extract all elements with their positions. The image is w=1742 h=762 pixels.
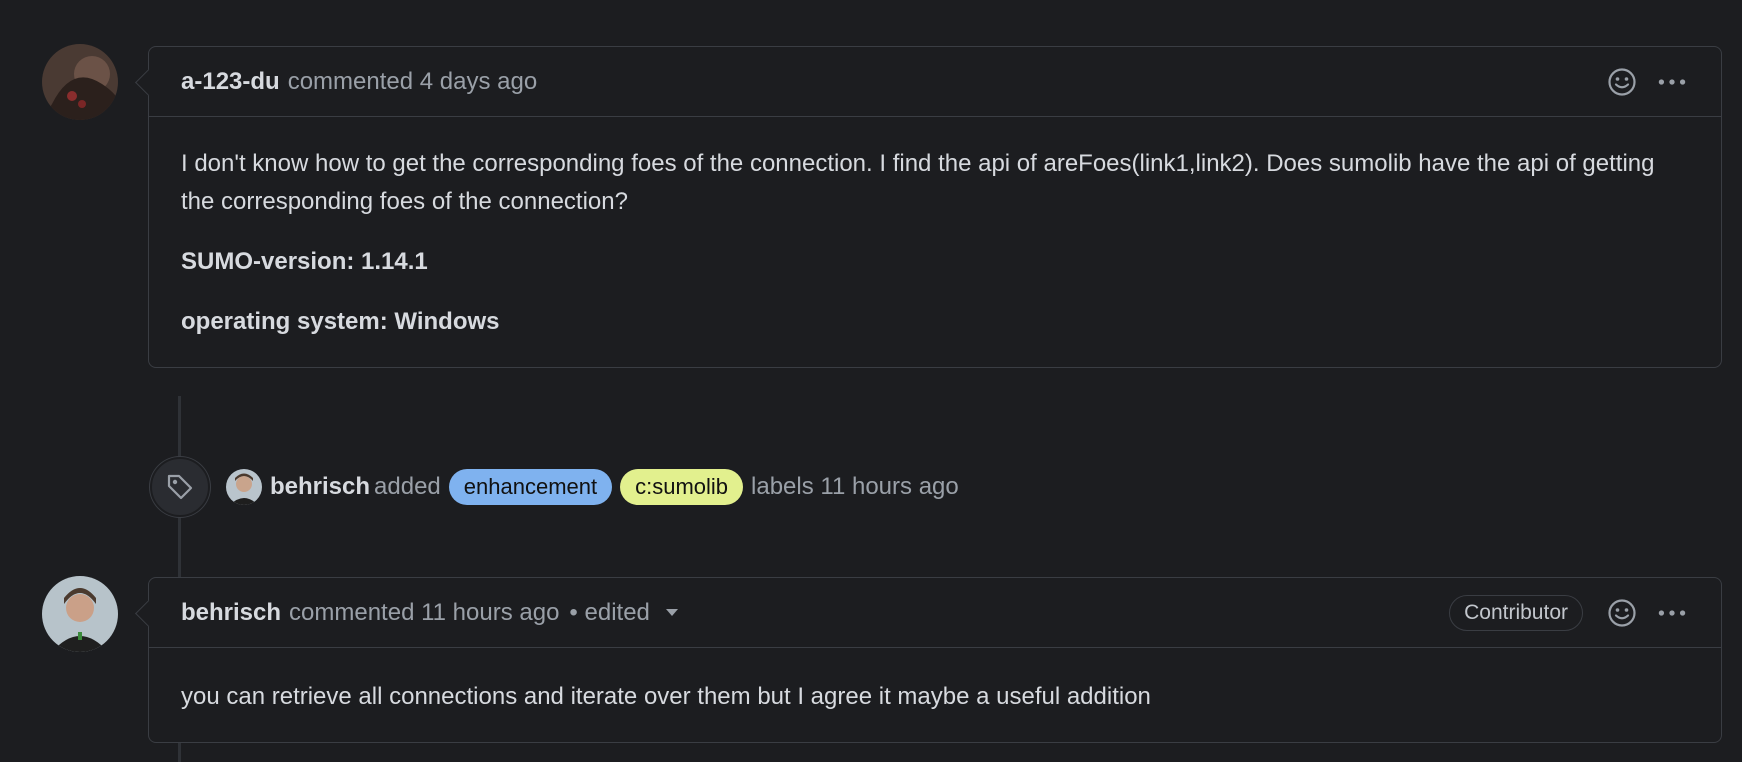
operating-system: operating system: Windows: [181, 308, 500, 335]
comment-timestamp[interactable]: commented 4 days ago: [288, 68, 537, 96]
comment-timestamp[interactable]: commented 11 hours ago: [289, 599, 559, 627]
event-verb: added: [374, 473, 441, 500]
edited-indicator[interactable]: • edited: [569, 599, 649, 627]
comment-behrisch: behrisch commented 11 hours ago • edited…: [148, 577, 1722, 743]
comment-actions: [1607, 47, 1687, 116]
smiley-icon[interactable]: [1607, 67, 1637, 97]
comment-a-123-du: a-123-du commented 4 days ago I don't kn…: [148, 46, 1722, 368]
event-suffix[interactable]: labels 11 hours ago: [751, 473, 959, 501]
label-c-sumolib[interactable]: c:sumolib: [620, 469, 744, 505]
comment-body: you can retrieve all connections and ite…: [149, 648, 1721, 742]
tag-icon: [150, 457, 210, 517]
kebab-icon[interactable]: [1657, 598, 1687, 628]
issue-timeline: a-123-du commented 4 days ago I don't kn…: [0, 0, 1742, 762]
contributor-badge: Contributor: [1449, 594, 1583, 631]
comment-paragraph: I don't know how to get the correspondin…: [181, 150, 1655, 215]
comment-author[interactable]: behrisch: [181, 599, 281, 627]
chevron-down-icon[interactable]: [665, 609, 678, 616]
comment-header: behrisch commented 11 hours ago • edited…: [149, 578, 1721, 648]
avatar-a-123-du[interactable]: [42, 44, 118, 120]
label-event: behrisch added enhancement c:sumolib lab…: [150, 457, 963, 517]
comment-body: I don't know how to get the correspondin…: [149, 117, 1721, 367]
comment-actions: Contributor: [1449, 578, 1687, 647]
smiley-icon[interactable]: [1607, 598, 1637, 628]
label-enhancement[interactable]: enhancement: [448, 469, 613, 505]
comment-paragraph: you can retrieve all connections and ite…: [181, 683, 1151, 710]
sumo-version: SUMO-version: 1.14.1: [181, 248, 428, 275]
comment-header: a-123-du commented 4 days ago: [149, 47, 1721, 117]
avatar-behrisch-small[interactable]: [226, 469, 262, 505]
avatar-behrisch[interactable]: [42, 576, 118, 652]
comment-author[interactable]: a-123-du: [181, 68, 280, 96]
event-actor[interactable]: behrisch: [270, 473, 370, 501]
kebab-icon[interactable]: [1657, 67, 1687, 97]
